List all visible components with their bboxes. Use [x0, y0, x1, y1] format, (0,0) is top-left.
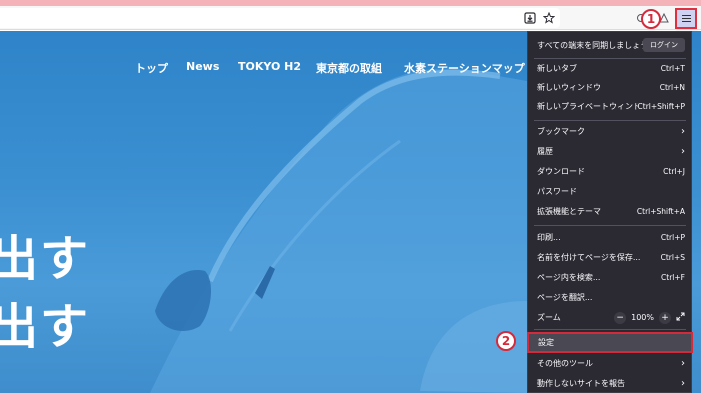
menu-item-translate[interactable]: ページを翻訳...: [528, 288, 691, 307]
menu-item-passwords[interactable]: パスワード: [528, 182, 691, 201]
browser-toolbar: [0, 6, 701, 30]
downloads-label: ダウンロード: [537, 167, 585, 176]
print-label: 印刷...: [537, 233, 561, 242]
menu-item-addons[interactable]: 拡張機能とテーマ Ctrl+Shift+A: [528, 202, 691, 221]
new-tab-label: 新しいタブ: [537, 64, 577, 73]
save-page-label: 名前を付けてページを保存...: [537, 253, 641, 262]
new-window-shortcut: Ctrl+N: [659, 83, 685, 92]
menu-item-downloads[interactable]: ダウンロード Ctrl+J: [528, 162, 691, 181]
menu-item-zoom: ズーム − 100% +: [528, 308, 691, 327]
menu-item-print[interactable]: 印刷... Ctrl+P: [528, 228, 691, 247]
step-marker-2: 2: [496, 331, 516, 351]
menu-item-bookmarks[interactable]: ブックマーク ›: [528, 122, 691, 141]
menu-item-save-page[interactable]: 名前を付けてページを保存... Ctrl+S: [528, 248, 691, 267]
menu-item-find-in-page[interactable]: ページ内を検索... Ctrl+F: [528, 268, 691, 287]
menu-item-settings[interactable]: 設定: [527, 332, 693, 353]
zoom-controls: − 100% +: [614, 311, 685, 324]
new-private-label: 新しいプライベートウィンドウ: [537, 102, 638, 111]
report-site-label: 動作しないサイトを報告: [537, 379, 625, 388]
menu-item-report-site[interactable]: 動作しないサイトを報告 ›: [528, 374, 691, 393]
translate-label: ページを翻訳...: [537, 293, 593, 302]
sync-label: すべての端末を同期しましょう: [537, 40, 643, 50]
zoom-in-button[interactable]: +: [659, 311, 671, 324]
app-menu-panel: すべての端末を同期しましょう ログイン 新しいタブ Ctrl+T 新しいウィンド…: [527, 31, 693, 393]
menu-item-new-private-window[interactable]: 新しいプライベートウィンドウ Ctrl+Shift+P: [528, 97, 691, 116]
passwords-label: パスワード: [537, 187, 577, 196]
step-marker-1: 1: [641, 9, 661, 29]
new-tab-shortcut: Ctrl+T: [660, 64, 685, 73]
history-label: 履歴: [537, 147, 553, 156]
menu-item-new-tab[interactable]: 新しいタブ Ctrl+T: [528, 59, 691, 78]
find-label: ページ内を検索...: [537, 273, 601, 282]
sync-login-button[interactable]: ログイン: [643, 38, 685, 52]
bookmarks-label: ブックマーク: [537, 127, 585, 136]
hero-heading-line-1: 出す: [0, 231, 91, 287]
hero-heading-line-2: 出す: [0, 299, 91, 355]
new-window-label: 新しいウィンドウ: [537, 83, 601, 92]
chevron-right-icon: ›: [681, 126, 685, 137]
menu-separator: [534, 225, 686, 226]
nav-link-top[interactable]: トップ: [135, 60, 168, 76]
nav-link-news[interactable]: News: [186, 60, 219, 73]
new-private-shortcut: Ctrl+Shift+P: [637, 102, 685, 111]
addons-shortcut: Ctrl+Shift+A: [636, 207, 685, 216]
menu-item-new-window[interactable]: 新しいウィンドウ Ctrl+N: [528, 78, 691, 97]
menu-item-history[interactable]: 履歴 ›: [528, 142, 691, 161]
menu-separator: [534, 329, 686, 330]
settings-label: 設定: [538, 338, 554, 347]
chevron-right-icon: ›: [681, 358, 685, 369]
address-bar[interactable]: [0, 8, 560, 28]
download-icon[interactable]: [521, 9, 539, 27]
save-page-shortcut: Ctrl+S: [660, 253, 685, 262]
zoom-label: ズーム: [537, 313, 561, 322]
nav-link-hydrogen-station-map[interactable]: 水素ステーションマップ: [404, 60, 525, 76]
nav-link-tokyo-h2[interactable]: TOKYO H2: [238, 60, 301, 73]
chevron-right-icon: ›: [681, 378, 685, 389]
chevron-right-icon: ›: [681, 146, 685, 157]
print-shortcut: Ctrl+P: [660, 233, 685, 242]
menu-item-sync: すべての端末を同期しましょう ログイン: [528, 35, 691, 55]
more-tools-label: その他のツール: [537, 359, 593, 368]
hamburger-menu-icon[interactable]: [675, 8, 697, 29]
star-icon[interactable]: [540, 9, 558, 27]
fullscreen-icon[interactable]: [676, 312, 685, 323]
menu-item-more-tools[interactable]: その他のツール ›: [528, 354, 691, 373]
find-shortcut: Ctrl+F: [661, 273, 685, 282]
menu-separator: [534, 120, 686, 121]
zoom-out-button[interactable]: −: [614, 311, 627, 324]
downloads-shortcut: Ctrl+J: [663, 167, 685, 176]
zoom-level[interactable]: 100%: [631, 313, 654, 322]
addons-label: 拡張機能とテーマ: [537, 207, 601, 216]
nav-link-tokyo-initiatives[interactable]: 東京都の取組: [316, 60, 382, 76]
